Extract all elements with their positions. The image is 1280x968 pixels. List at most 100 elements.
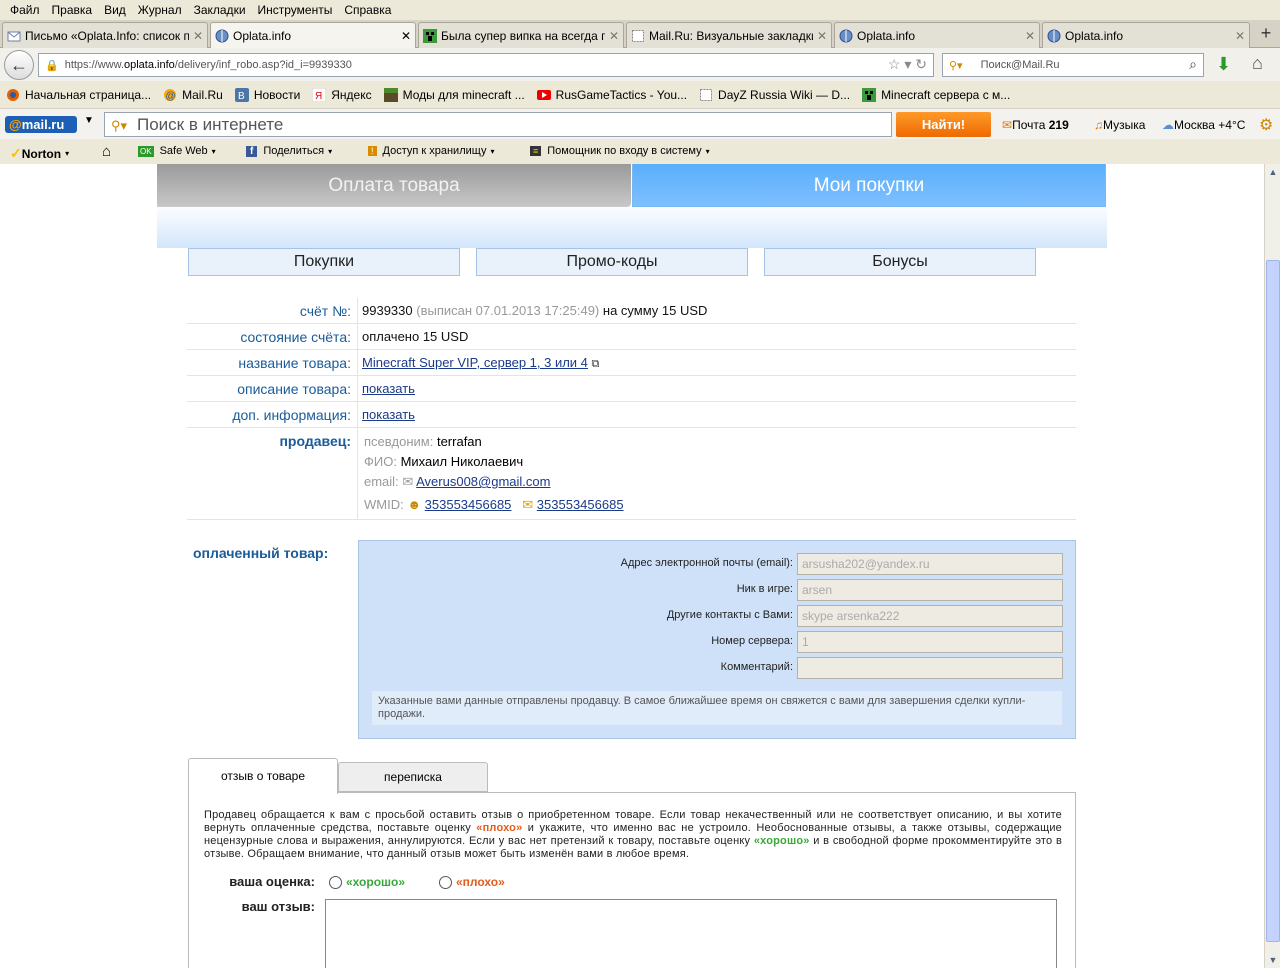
review-label: ваш отзыв: xyxy=(241,899,315,914)
menu-help[interactable]: Справка xyxy=(338,3,397,17)
close-icon[interactable]: ✕ xyxy=(1025,29,1035,43)
find-button[interactable]: Найти! xyxy=(896,112,991,137)
browser-tab-active[interactable]: Oplata.info ✕ xyxy=(210,22,416,49)
scroll-up-icon[interactable]: ▲ xyxy=(1266,164,1280,180)
bookmark-item[interactable]: @ Mail.Ru xyxy=(163,88,223,102)
bookmark-item[interactable]: B Новости xyxy=(234,87,300,102)
home-icon[interactable]: ⌂ xyxy=(102,143,111,160)
close-icon[interactable]: ✕ xyxy=(1235,29,1245,43)
menu-edit[interactable]: Правка xyxy=(46,3,99,17)
bookmark-item[interactable]: Начальная страница... xyxy=(6,88,151,102)
menu-view[interactable]: Вид xyxy=(98,3,132,17)
bookmark-item[interactable]: Я Яндекс xyxy=(311,87,372,102)
chevron-down-icon[interactable]: ▾ xyxy=(904,56,911,72)
globe-icon xyxy=(215,29,229,43)
tab-review[interactable]: отзыв о товаре xyxy=(188,758,338,794)
email-field[interactable]: arsusha202@yandex.ru xyxy=(797,553,1063,575)
login-helper-menu[interactable]: ≡ Помощник по входу в систему ▾ xyxy=(530,145,710,157)
mailru-toolbar: @mail.ru ▼ ⚲▾ Поиск в интернете Найти! ✉П… xyxy=(0,108,1280,139)
creeper-icon xyxy=(423,28,437,43)
tab-payment[interactable]: Оплата товара xyxy=(157,164,631,207)
download-icon[interactable]: ⬇ xyxy=(1216,54,1231,75)
bookmark-item[interactable]: DayZ Russia Wiki — D... xyxy=(699,88,850,102)
menu-tools[interactable]: Инструменты xyxy=(252,3,339,17)
radio-icon[interactable] xyxy=(329,875,342,889)
internet-search-input[interactable]: ⚲▾ Поиск в интернете xyxy=(104,112,892,137)
menu-file[interactable]: Файл xyxy=(4,3,46,17)
home-icon[interactable]: ⌂ xyxy=(1252,53,1263,74)
browser-tab[interactable]: Была супер випка на всегда п... ✕ xyxy=(418,22,624,48)
nick-field[interactable]: arsen xyxy=(797,579,1063,601)
svg-text:@: @ xyxy=(166,91,176,102)
music-link[interactable]: ♫Музыка xyxy=(1094,118,1145,132)
seller-wmid-link[interactable]: 353553456685 xyxy=(425,497,512,512)
star-icon[interactable]: ☆ xyxy=(888,56,901,72)
menu-history[interactable]: Журнал xyxy=(132,3,188,17)
contacts-field[interactable]: skype arsenka222 xyxy=(797,605,1063,627)
show-description-link[interactable]: показать xyxy=(362,381,415,396)
tab-label: Oplata.info xyxy=(857,28,916,43)
firefox-icon xyxy=(6,88,20,102)
settings-gear-icon[interactable]: ⚙ xyxy=(1259,115,1273,135)
bad-rating-text: «плохо» xyxy=(476,822,523,834)
storage-menu[interactable]: ! Доступ к хранилищу ▾ xyxy=(368,145,494,157)
product-name-link[interactable]: Minecraft Super VIP, сервер 1, 3 или 4 xyxy=(362,355,588,370)
url-domain: oplata.info xyxy=(124,59,175,71)
browser-tab[interactable]: Письмо «Oplata.Info: список п... ✕ xyxy=(2,22,208,48)
review-textarea[interactable] xyxy=(325,899,1057,968)
browser-tab[interactable]: Mail.Ru: Визуальные закладки ✕ xyxy=(626,22,832,48)
webmoney-icon: ☻ xyxy=(407,497,422,512)
close-icon[interactable]: ✕ xyxy=(193,29,203,43)
safeweb-label: Safe Web xyxy=(159,145,208,157)
safeweb-menu[interactable]: OK Safe Web ▾ xyxy=(138,145,216,157)
seller-email-link[interactable]: Averus008@gmail.com xyxy=(416,474,550,489)
radio-icon[interactable] xyxy=(439,875,452,889)
comment-field[interactable] xyxy=(797,657,1063,679)
browser-tab[interactable]: Oplata.info ✕ xyxy=(834,22,1040,48)
show-extra-info-link[interactable]: показать xyxy=(362,407,415,422)
rating-bad-radio[interactable]: «плохо» xyxy=(439,875,505,889)
seller-wmid-message-link[interactable]: 353553456685 xyxy=(537,497,624,512)
chevron-down-icon[interactable]: ▼ xyxy=(84,115,94,126)
close-icon[interactable]: ✕ xyxy=(817,29,827,43)
page-content: Оплата товара Мои покупки Покупки Промо-… xyxy=(0,164,1264,968)
search-icon[interactable]: ⌕ xyxy=(1189,56,1197,73)
yandex-icon: Я xyxy=(311,87,327,102)
share-menu[interactable]: f Поделиться ▾ xyxy=(246,145,332,157)
close-icon[interactable]: ✕ xyxy=(401,29,411,43)
page-scrollbar[interactable]: ▲ ▼ xyxy=(1264,164,1280,968)
browser-search-box[interactable]: ⚲▾ Поиск@Mail.Ru ⌕ xyxy=(942,53,1204,77)
browser-tab[interactable]: Oplata.info ✕ xyxy=(1042,22,1250,48)
subtab-purchases[interactable]: Покупки xyxy=(188,248,460,276)
scroll-down-icon[interactable]: ▼ xyxy=(1266,952,1280,968)
address-bar[interactable]: 🔒 https://www. oplata.info/delivery/inf_r… xyxy=(38,53,934,77)
rating-good-radio[interactable]: «хорошо» xyxy=(329,875,405,889)
back-button[interactable]: ← xyxy=(4,50,34,80)
bookmark-label: RusGameTactics - You... xyxy=(555,87,688,102)
search-engine-icon[interactable]: ⚲▾ xyxy=(949,59,963,72)
reload-icon[interactable]: ↻ xyxy=(915,56,927,72)
subtab-bonuses[interactable]: Бонусы xyxy=(764,248,1036,276)
mailru-logo[interactable]: @mail.ru xyxy=(5,116,77,133)
close-icon[interactable]: ✕ xyxy=(609,29,619,43)
tab-correspondence[interactable]: переписка xyxy=(338,762,488,792)
bookmark-item[interactable]: Minecraft сервера с м... xyxy=(862,87,1010,102)
weather-link[interactable]: ☁Москва +4°C xyxy=(1162,118,1245,132)
chevron-down-icon: ▾ xyxy=(211,146,216,156)
bookmark-item[interactable]: Моды для minecraft ... xyxy=(383,87,525,102)
scrollbar-thumb[interactable] xyxy=(1266,260,1280,942)
tab-my-purchases[interactable]: Мои покупки xyxy=(632,164,1106,207)
globe-icon xyxy=(839,29,853,43)
norton-check-icon: ✓ xyxy=(10,145,22,161)
subtab-promo-codes[interactable]: Промо-коды xyxy=(476,248,748,276)
external-link-icon[interactable]: ⧉ xyxy=(592,358,600,370)
mail-link[interactable]: ✉Почта 219 xyxy=(1002,118,1069,132)
new-tab-button[interactable]: + xyxy=(1254,23,1278,45)
bookmark-item[interactable]: RusGameTactics - You... xyxy=(536,87,688,102)
server-field-label: Номер сервера: xyxy=(711,635,793,647)
mail-icon xyxy=(7,29,21,43)
norton-menu[interactable]: ✓ Norton ▾ xyxy=(10,145,69,162)
menu-bookmarks[interactable]: Закладки xyxy=(188,3,252,17)
form-row-email: Адрес электронной почты (email): arsusha… xyxy=(359,553,1075,575)
server-number-field[interactable]: 1 xyxy=(797,631,1063,653)
